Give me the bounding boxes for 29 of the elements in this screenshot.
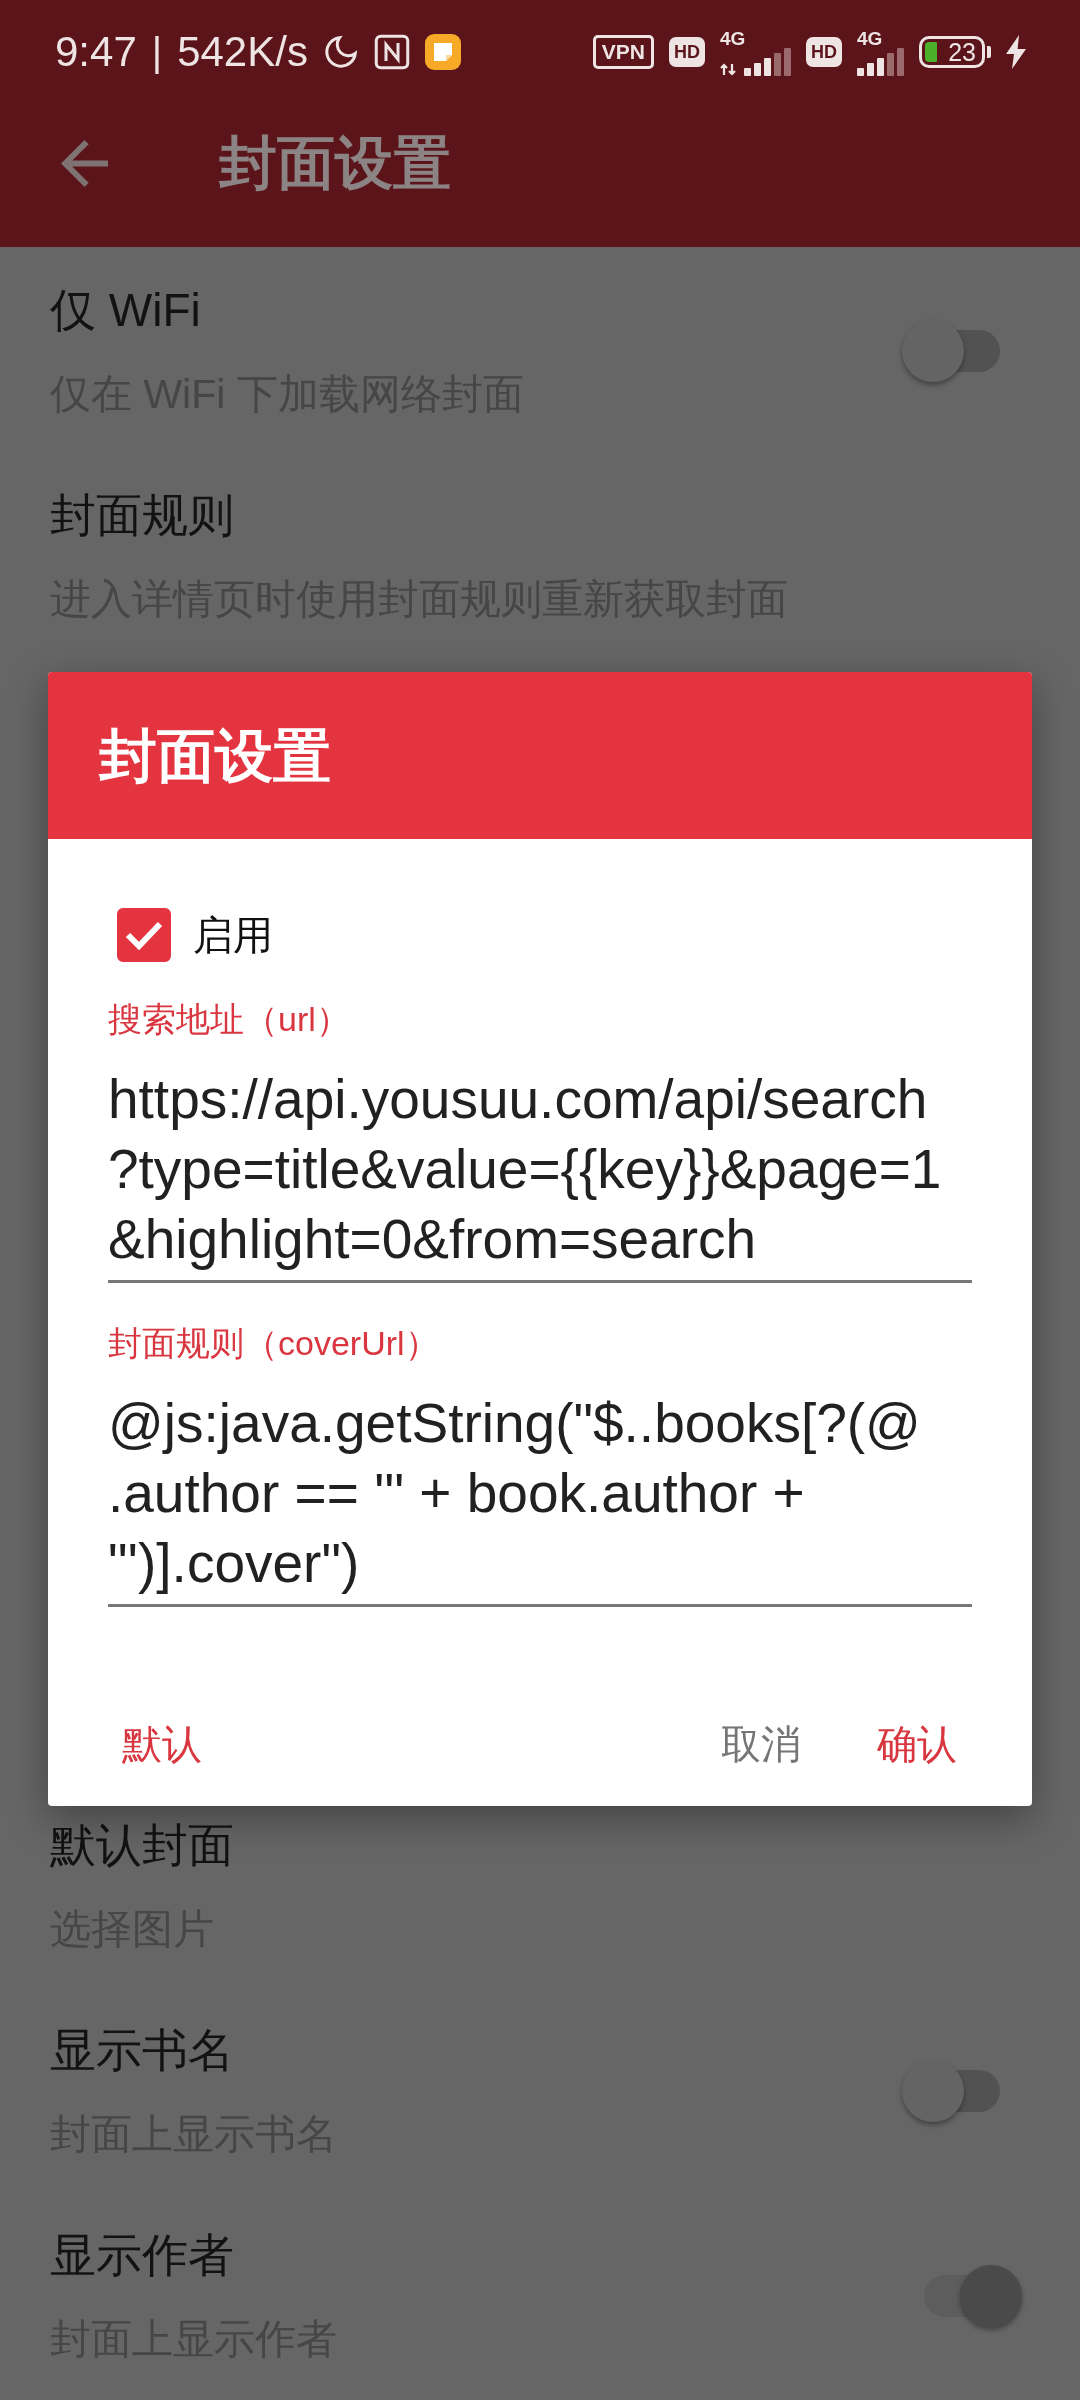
- setting-title: 封面规则: [50, 488, 234, 543]
- confirm-button[interactable]: 确认: [861, 1696, 973, 1792]
- battery-indicator: 23: [919, 36, 991, 68]
- network-type: 4G: [857, 28, 883, 48]
- app-bar-title: 封面设置: [219, 129, 451, 197]
- checkmark-icon: [125, 920, 163, 950]
- dialog-title: 封面设置: [99, 721, 331, 790]
- enable-checkbox[interactable]: [117, 908, 171, 962]
- moon-icon: [322, 34, 359, 70]
- setting-title: 显示书名: [50, 2023, 234, 2078]
- vpn-indicator: VPN: [592, 35, 654, 69]
- network-speed: 542K/s: [177, 27, 308, 77]
- checkbox-label: 启用: [193, 912, 273, 959]
- hd-indicator: HD: [669, 37, 705, 67]
- default-button[interactable]: 默认: [106, 1696, 218, 1792]
- status-divider: |: [151, 29, 163, 76]
- setting-title: 默认封面: [50, 1818, 234, 1873]
- setting-title: 仅 WiFi: [50, 283, 201, 338]
- lightning-icon: [1006, 35, 1026, 69]
- status-time: 9:47: [55, 27, 137, 77]
- back-arrow-icon[interactable]: [61, 139, 108, 187]
- cancel-button[interactable]: 取消: [705, 1696, 817, 1792]
- hd-indicator: HD: [806, 37, 842, 67]
- setting-title: 显示作者: [50, 2228, 234, 2283]
- network-type: 4G: [720, 28, 746, 48]
- text-field[interactable]: 封面规则（coverUrl） @js:java.getString("$..books[?(@.author == '" + book.author + "')].cover"): [108, 1321, 972, 1607]
- text-field[interactable]: 搜索地址（url） https://api.yousuu.com/api/search?type=title&value={{key}}&page=1&highlight=0&from=search: [108, 997, 972, 1283]
- note-app-icon: [424, 34, 461, 70]
- nfc-icon: [373, 34, 410, 70]
